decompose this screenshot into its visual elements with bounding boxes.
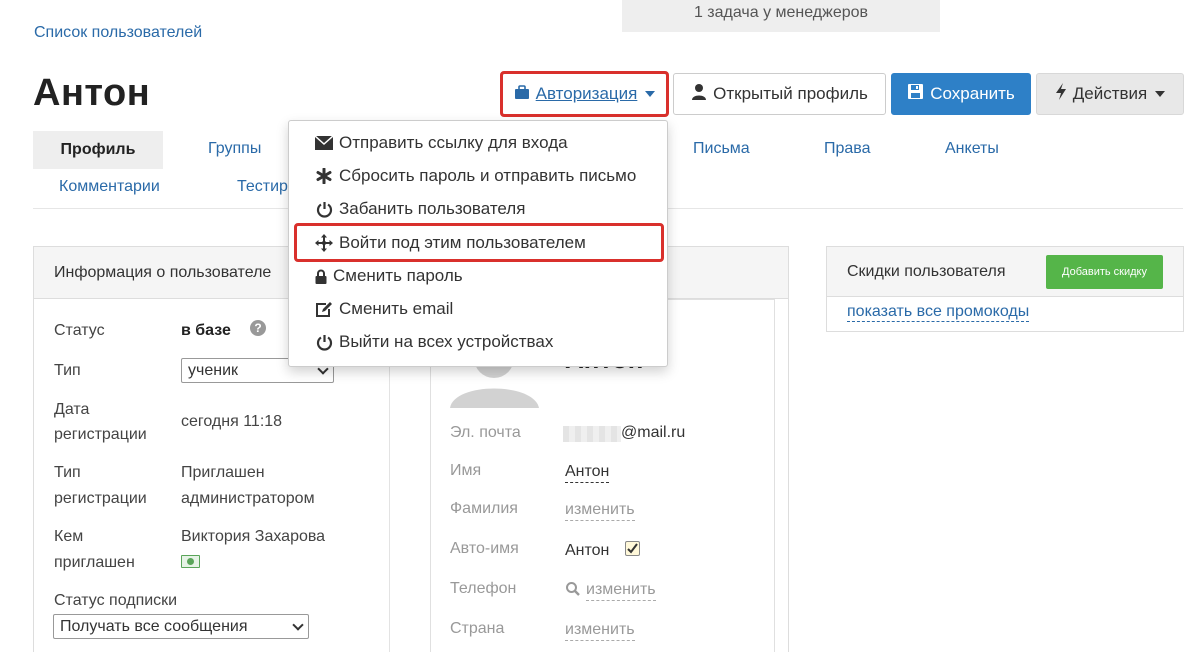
email-blurred (563, 426, 621, 442)
page-title: Антон (33, 72, 151, 114)
floppy-icon (907, 83, 924, 105)
manager-tasks-notice[interactable]: 1 задача у менеджеров (622, 0, 940, 32)
first-name-label: Имя (450, 462, 482, 479)
menu-item-label: Выйти на всех устройствах (339, 332, 554, 351)
tab-letters[interactable]: Письма (693, 140, 750, 158)
actions-label: Действия (1072, 84, 1148, 103)
discounts-title: Скидки пользователя (847, 262, 1006, 280)
invited-by-value: Виктория Захарова (181, 528, 326, 545)
email-value: @mail.ru (621, 424, 686, 441)
reg-date-label-line2: регистрации (54, 426, 147, 443)
reg-date-value: сегодня 11:18 (181, 413, 283, 430)
menu-item-reset-password[interactable]: Сбросить пароль и отправить письмо (315, 165, 636, 187)
menu-item-label: Сменить пароль (333, 266, 463, 285)
menu-item-label: Сбросить пароль и отправить письмо (339, 166, 637, 185)
help-icon[interactable]: ? (250, 320, 266, 336)
subscription-label: Статус подписки (54, 592, 178, 609)
auto-name-label: Авто-имя (450, 540, 519, 557)
bolt-icon (1055, 83, 1067, 105)
tab-forms[interactable]: Анкеты (945, 140, 999, 158)
reg-type-label-line2: регистрации (54, 490, 147, 507)
menu-item-label: Отправить ссылку для входа (339, 133, 568, 152)
type-label: Тип (54, 362, 81, 379)
money-icon (181, 555, 200, 568)
country-edit-link[interactable]: изменить (565, 620, 635, 641)
auto-name-value: Антон (565, 542, 610, 559)
menu-item-ban-user[interactable]: Забанить пользователя (315, 198, 525, 220)
status-value: в базе (181, 322, 231, 339)
menu-item-change-password[interactable]: Сменить пароль (315, 265, 463, 287)
menu-item-label: Забанить пользователя (339, 199, 526, 218)
tab-groups[interactable]: Группы (208, 140, 261, 158)
envelope-icon (315, 134, 333, 152)
tab-tests[interactable]: Тестир (237, 178, 288, 196)
breadcrumb-users-list[interactable]: Список пользователей (34, 24, 202, 42)
user-icon (691, 83, 707, 105)
subscription-select[interactable]: Получать все сообщения (53, 614, 309, 639)
reg-type-value-line2: администратором (181, 490, 315, 507)
show-all-promocodes-link[interactable]: показать все промокоды (847, 302, 1030, 322)
actions-button[interactable]: Действия (1036, 73, 1184, 115)
lock-icon (315, 267, 327, 285)
menu-item-change-email[interactable]: Сменить email (315, 298, 453, 320)
subscription-select-value: Получать все сообщения (60, 617, 248, 635)
tab-rights[interactable]: Права (824, 140, 871, 158)
tab-profile[interactable]: Профиль (33, 131, 163, 169)
reg-type-label-line1: Тип (54, 464, 81, 481)
login-as-user-highlight (294, 223, 664, 262)
first-name-value[interactable]: Антон (565, 462, 610, 483)
invited-by-label-line1: Кем (54, 528, 84, 545)
save-button[interactable]: Сохранить (891, 73, 1031, 115)
discounts-panel-header: Скидки пользователя Добавить скидку (827, 247, 1183, 297)
country-label: Страна (450, 620, 505, 637)
reg-type-value-line1: Приглашен (181, 464, 265, 481)
phone-edit-link[interactable]: изменить (586, 580, 656, 601)
menu-item-logout-all-devices[interactable]: Выйти на всех устройствах (315, 331, 553, 353)
power-icon (315, 200, 333, 218)
add-discount-button[interactable]: Добавить скидку (1046, 254, 1163, 289)
last-name-label: Фамилия (450, 500, 518, 517)
invited-by-label-line2: приглашен (54, 554, 135, 571)
status-label: Статус (54, 322, 105, 339)
menu-item-label: Сменить email (339, 299, 454, 318)
auto-name-checkbox[interactable] (625, 541, 640, 556)
chevron-down-icon (1155, 91, 1166, 97)
type-select-value: ученик (188, 361, 239, 379)
asterisk-icon (315, 167, 333, 185)
menu-item-send-login-link[interactable]: Отправить ссылку для входа (315, 132, 568, 154)
authorization-highlight (500, 71, 669, 117)
power-icon (315, 333, 333, 351)
open-profile-button[interactable]: Открытый профиль (673, 73, 886, 115)
search-icon (565, 581, 581, 602)
edit-icon (315, 300, 333, 318)
open-profile-label: Открытый профиль (713, 84, 868, 103)
save-label: Сохранить (930, 84, 1015, 103)
reg-date-label-line1: Дата (54, 401, 90, 418)
chevron-down-icon (292, 618, 304, 631)
phone-label: Телефон (450, 580, 517, 597)
last-name-edit-link[interactable]: изменить (565, 500, 635, 521)
tab-comments[interactable]: Комментарии (59, 178, 160, 196)
email-label: Эл. почта (450, 424, 521, 441)
